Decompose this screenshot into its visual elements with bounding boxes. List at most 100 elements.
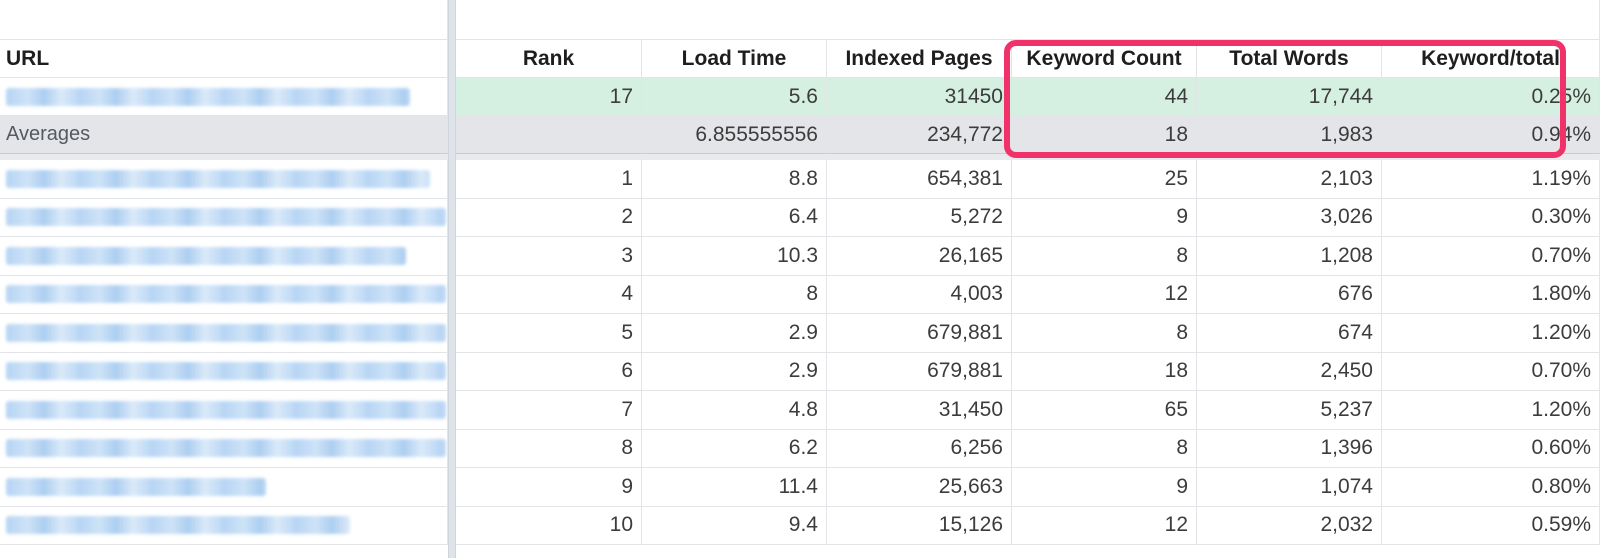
cell-total-words[interactable]: 2,450 (1197, 352, 1382, 391)
cell-indexed-pages[interactable]: 31,450 (827, 391, 1012, 430)
cell-keyword-count[interactable]: 8 (1012, 237, 1197, 276)
cell-total-words[interactable]: 17,744 (1197, 78, 1382, 116)
cell-keyword-total[interactable]: 0.94% (1382, 116, 1600, 154)
cell-total-words[interactable]: 2,032 (1197, 506, 1382, 545)
cell-keyword-total[interactable]: 0.60% (1382, 429, 1600, 468)
cell-total-words[interactable]: 1,208 (1197, 237, 1382, 276)
freeze-divider-vertical[interactable] (448, 0, 456, 558)
cell-load-time[interactable]: 6.4 (642, 198, 827, 237)
cell-total-words[interactable]: 3,026 (1197, 198, 1382, 237)
url-cell[interactable] (0, 468, 448, 507)
cell-rank[interactable]: 6 (456, 352, 642, 391)
cell-rank[interactable] (456, 116, 642, 154)
header-rank[interactable]: Rank (456, 40, 642, 78)
averages-row: Averages 6.855555556 234,772 18 1,983 0.… (0, 116, 1600, 154)
url-cell[interactable] (0, 429, 448, 468)
cell-keyword-count[interactable]: 12 (1012, 275, 1197, 314)
cell[interactable] (456, 0, 1600, 40)
cell-keyword-count[interactable]: 18 (1012, 116, 1197, 154)
cell-keyword-count[interactable]: 25 (1012, 160, 1197, 199)
cell-total-words[interactable]: 1,396 (1197, 429, 1382, 468)
cell-total-words[interactable]: 5,237 (1197, 391, 1382, 430)
cell-keyword-total[interactable]: 1.19% (1382, 160, 1600, 199)
cell-total-words[interactable]: 2,103 (1197, 160, 1382, 199)
cell-load-time[interactable]: 11.4 (642, 468, 827, 507)
cell-load-time[interactable]: 2.9 (642, 314, 827, 353)
cell-keyword-total[interactable]: 0.70% (1382, 237, 1600, 276)
cell-rank[interactable]: 5 (456, 314, 642, 353)
cell-indexed-pages[interactable]: 15,126 (827, 506, 1012, 545)
cell-indexed-pages[interactable]: 6,256 (827, 429, 1012, 468)
cell-load-time[interactable]: 6.2 (642, 429, 827, 468)
cell-indexed-pages[interactable]: 4,003 (827, 275, 1012, 314)
url-cell[interactable] (0, 78, 448, 116)
cell-rank[interactable]: 10 (456, 506, 642, 545)
url-cell[interactable] (0, 314, 448, 353)
table-row: 4 8 4,003 12 676 1.80% (0, 275, 1600, 314)
highlight-row: 17 5.6 31450 44 17,744 0.25% (0, 78, 1600, 116)
cell-keyword-count[interactable]: 65 (1012, 391, 1197, 430)
cell-rank[interactable]: 9 (456, 468, 642, 507)
cell-keyword-total[interactable]: 0.59% (1382, 506, 1600, 545)
cell-rank[interactable]: 7 (456, 391, 642, 430)
cell-total-words[interactable]: 1,074 (1197, 468, 1382, 507)
cell-load-time[interactable]: 5.6 (642, 78, 827, 116)
cell-keyword-total[interactable]: 0.80% (1382, 468, 1600, 507)
cell-keyword-count[interactable]: 18 (1012, 352, 1197, 391)
cell-indexed-pages[interactable]: 5,272 (827, 198, 1012, 237)
cell-indexed-pages[interactable]: 654,381 (827, 160, 1012, 199)
cell-keyword-total[interactable]: 0.30% (1382, 198, 1600, 237)
cell-rank[interactable]: 8 (456, 429, 642, 468)
cell-load-time[interactable]: 10.3 (642, 237, 827, 276)
cell-keyword-count[interactable]: 12 (1012, 506, 1197, 545)
cell-total-words[interactable]: 674 (1197, 314, 1382, 353)
cell-keyword-total[interactable]: 1.20% (1382, 391, 1600, 430)
url-cell[interactable] (0, 506, 448, 545)
cell-rank[interactable]: 4 (456, 275, 642, 314)
cell-keyword-count[interactable]: 8 (1012, 314, 1197, 353)
cell-rank[interactable]: 2 (456, 198, 642, 237)
cell-indexed-pages[interactable]: 31450 (827, 78, 1012, 116)
cell-keyword-total[interactable]: 1.80% (1382, 275, 1600, 314)
header-load-time[interactable]: Load Time (642, 40, 827, 78)
table-row: 2 6.4 5,272 9 3,026 0.30% (0, 198, 1600, 237)
cell-load-time[interactable]: 2.9 (642, 352, 827, 391)
cell-indexed-pages[interactable]: 26,165 (827, 237, 1012, 276)
averages-label[interactable]: Averages (0, 116, 448, 154)
table-row: 5 2.9 679,881 8 674 1.20% (0, 314, 1600, 353)
url-cell[interactable] (0, 352, 448, 391)
cell-keyword-total[interactable]: 0.70% (1382, 352, 1600, 391)
cell-load-time[interactable]: 8 (642, 275, 827, 314)
cell-indexed-pages[interactable]: 234,772 (827, 116, 1012, 154)
cell-indexed-pages[interactable]: 679,881 (827, 314, 1012, 353)
cell-indexed-pages[interactable]: 679,881 (827, 352, 1012, 391)
cell-keyword-total[interactable]: 1.20% (1382, 314, 1600, 353)
header-keyword-total[interactable]: Keyword/total (1382, 40, 1600, 78)
url-cell[interactable] (0, 391, 448, 430)
url-cell[interactable] (0, 160, 448, 199)
cell-rank[interactable]: 3 (456, 237, 642, 276)
cell-total-words[interactable]: 1,983 (1197, 116, 1382, 154)
header-keyword-count[interactable]: Keyword Count (1012, 40, 1197, 78)
cell-keyword-count[interactable]: 8 (1012, 429, 1197, 468)
url-cell[interactable] (0, 198, 448, 237)
cell[interactable] (0, 0, 448, 40)
cell-rank[interactable]: 1 (456, 160, 642, 199)
cell-load-time[interactable]: 6.855555556 (642, 116, 827, 154)
cell-total-words[interactable]: 676 (1197, 275, 1382, 314)
cell-keyword-total[interactable]: 0.25% (1382, 78, 1600, 116)
cell-rank[interactable]: 17 (456, 78, 642, 116)
header-indexed-pages[interactable]: Indexed Pages (827, 40, 1012, 78)
cell-keyword-count[interactable]: 44 (1012, 78, 1197, 116)
cell-load-time[interactable]: 9.4 (642, 506, 827, 545)
cell-indexed-pages[interactable]: 25,663 (827, 468, 1012, 507)
cell-load-time[interactable]: 8.8 (642, 160, 827, 199)
cell-keyword-count[interactable]: 9 (1012, 468, 1197, 507)
header-url[interactable]: URL (0, 40, 448, 78)
url-cell[interactable] (0, 237, 448, 276)
cell-load-time[interactable]: 4.8 (642, 391, 827, 430)
url-cell[interactable] (0, 275, 448, 314)
header-total-words[interactable]: Total Words (1197, 40, 1382, 78)
cell-keyword-count[interactable]: 9 (1012, 198, 1197, 237)
blurred-url (6, 400, 446, 419)
